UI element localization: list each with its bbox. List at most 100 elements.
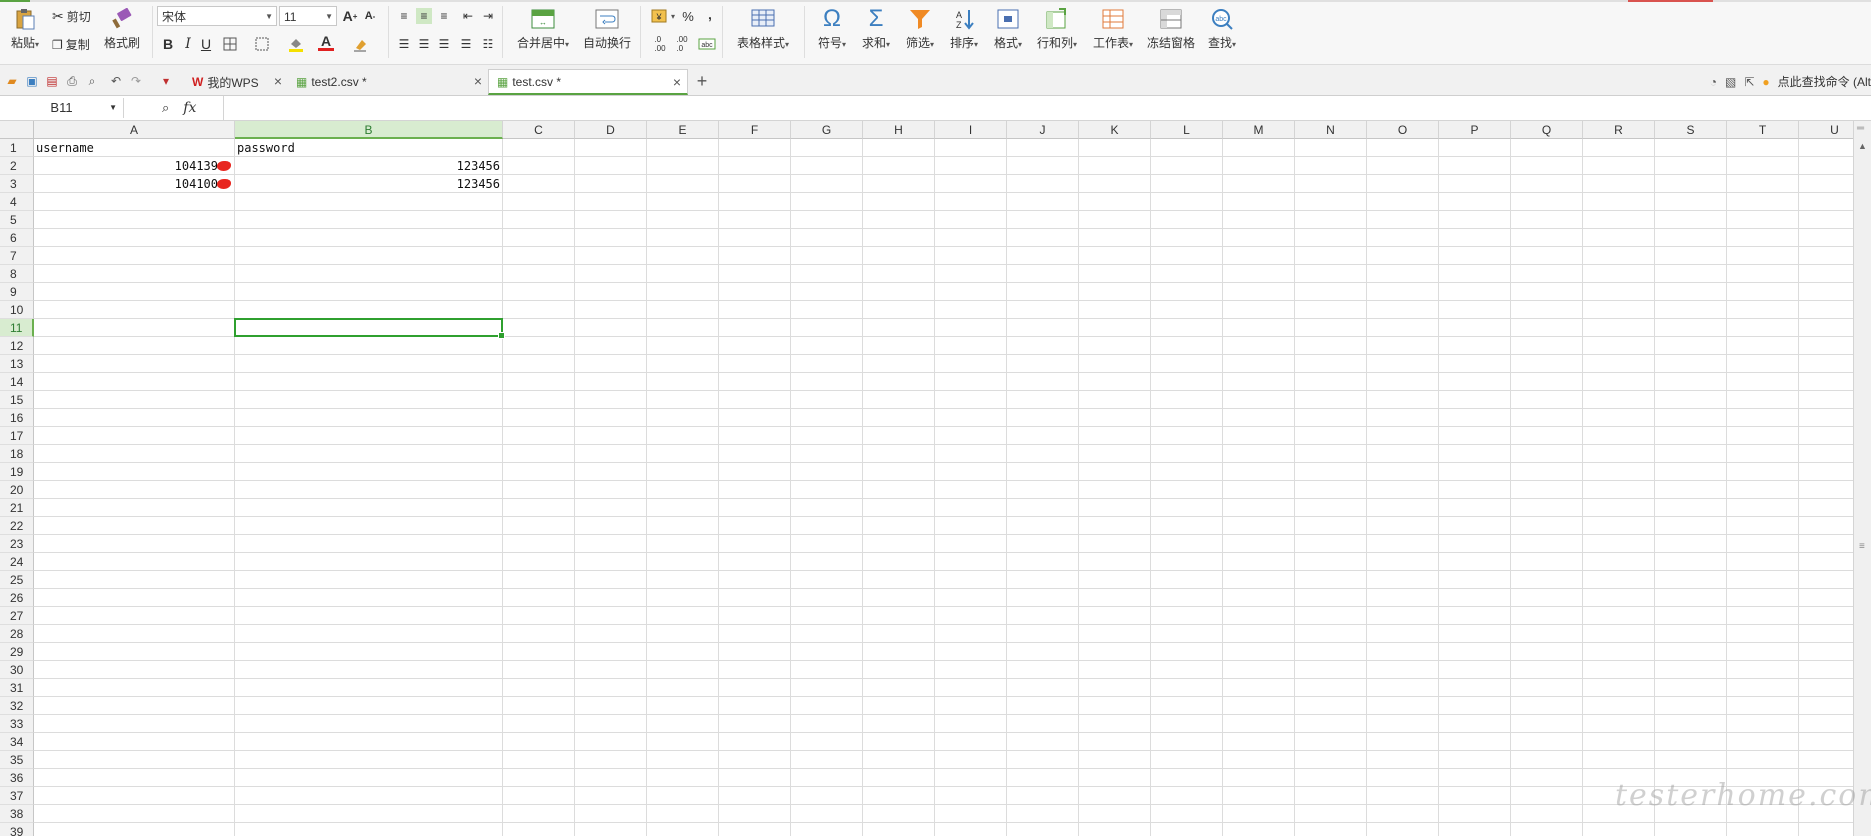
column-header-j[interactable]: J — [1007, 121, 1079, 139]
row-header-20[interactable]: 20 — [0, 481, 34, 499]
row-header-10[interactable]: 10 — [0, 301, 34, 319]
row-header-31[interactable]: 31 — [0, 679, 34, 697]
align-center-icon[interactable]: ☰ — [416, 36, 432, 52]
row-header-16[interactable]: 16 — [0, 409, 34, 427]
merge-borders-icon[interactable] — [254, 36, 270, 52]
tab-my-wps[interactable]: W 我的WPS × — [184, 69, 288, 95]
distribute-icon[interactable]: ☷ — [480, 36, 496, 52]
column-header-b[interactable]: B — [235, 121, 503, 139]
column-header-p[interactable]: P — [1439, 121, 1511, 139]
row-header-33[interactable]: 33 — [0, 715, 34, 733]
align-bottom-icon[interactable]: ≡ — [436, 8, 452, 24]
row-header-15[interactable]: 15 — [0, 391, 34, 409]
row-header-28[interactable]: 28 — [0, 625, 34, 643]
filter-button[interactable]: 筛选▾ — [900, 8, 940, 51]
decrease-indent-icon[interactable]: ⇤ — [460, 8, 476, 24]
row-header-14[interactable]: 14 — [0, 373, 34, 391]
row-header-17[interactable]: 17 — [0, 427, 34, 445]
align-top-icon[interactable]: ≡ — [396, 8, 412, 24]
font-name-select[interactable]: 宋体 ▼ — [157, 6, 277, 26]
doc-icon[interactable]: ▧ — [1725, 75, 1736, 89]
decrease-font-icon[interactable]: A- — [362, 8, 378, 24]
column-header-f[interactable]: F — [719, 121, 791, 139]
share-icon[interactable]: ⇱ — [1744, 75, 1754, 89]
merge-center-button[interactable]: ↔ 合并居中▾ — [512, 8, 574, 51]
row-header-36[interactable]: 36 — [0, 769, 34, 787]
borders-icon[interactable] — [222, 36, 238, 52]
history-icon[interactable]: ◔ — [1710, 75, 1717, 89]
row-header-7[interactable]: 7 — [0, 247, 34, 265]
row-header-18[interactable]: 18 — [0, 445, 34, 463]
worksheet-button[interactable]: 工作表▾ — [1088, 8, 1138, 51]
cell-type-icon[interactable]: abc — [696, 36, 718, 52]
column-header-l[interactable]: L — [1151, 121, 1223, 139]
row-header-23[interactable]: 23 — [0, 535, 34, 553]
print-preview-icon[interactable]: ⌕ — [84, 73, 100, 89]
sort-button[interactable]: AZ 排序▾ — [944, 8, 984, 51]
column-header-t[interactable]: T — [1727, 121, 1799, 139]
cut-button[interactable]: ✂ 剪切 — [52, 8, 91, 25]
row-header-12[interactable]: 12 — [0, 337, 34, 355]
column-header-u[interactable]: U — [1799, 121, 1853, 139]
format-painter-button[interactable]: 格式刷 — [102, 8, 142, 51]
clear-format-icon[interactable] — [352, 36, 368, 52]
column-header-r[interactable]: R — [1583, 121, 1655, 139]
customize-toolbar-icon[interactable]: ▾ — [158, 73, 174, 89]
column-header-c[interactable]: C — [503, 121, 575, 139]
wrap-text-button[interactable]: 自动换行 — [580, 8, 634, 51]
increase-indent-icon[interactable]: ⇥ — [480, 8, 496, 24]
split-handle-icon[interactable]: ═ — [1857, 123, 1864, 134]
active-cell-selection[interactable] — [234, 318, 505, 339]
column-header-d[interactable]: D — [575, 121, 647, 139]
column-header-h[interactable]: H — [863, 121, 935, 139]
underline-icon[interactable]: U — [198, 36, 214, 52]
row-header-22[interactable]: 22 — [0, 517, 34, 535]
row-header-5[interactable]: 5 — [0, 211, 34, 229]
fill-handle[interactable] — [498, 332, 505, 339]
column-header-q[interactable]: Q — [1511, 121, 1583, 139]
save-icon[interactable]: ▣ — [24, 73, 40, 89]
row-header-21[interactable]: 21 — [0, 499, 34, 517]
symbol-button[interactable]: Ω 符号▾ — [812, 7, 852, 51]
row-header-27[interactable]: 27 — [0, 607, 34, 625]
column-header-o[interactable]: O — [1367, 121, 1439, 139]
row-header-38[interactable]: 38 — [0, 805, 34, 823]
format-button[interactable]: 格式▾ — [988, 8, 1028, 51]
freeze-panes-button[interactable]: 冻结窗格 — [1144, 8, 1198, 51]
command-search[interactable]: 点此查找命令 (Alt — [1778, 73, 1871, 90]
font-color-icon[interactable]: A — [318, 33, 334, 51]
formula-input[interactable] — [226, 98, 1826, 118]
column-header-n[interactable]: N — [1295, 121, 1367, 139]
row-header-32[interactable]: 32 — [0, 697, 34, 715]
row-header-13[interactable]: 13 — [0, 355, 34, 373]
justify-icon[interactable]: ☰ — [458, 36, 474, 52]
redo-icon[interactable]: ↷ — [128, 73, 144, 89]
tab-test-csv[interactable]: ▦ test.csv * × — [488, 69, 688, 95]
close-icon[interactable]: × — [274, 73, 282, 89]
column-header-s[interactable]: S — [1655, 121, 1727, 139]
paste-button[interactable]: 粘贴▾ — [8, 8, 42, 51]
fx-button[interactable]: fx — [183, 100, 196, 116]
tab-test2-csv[interactable]: ▦ test2.csv * × — [288, 69, 488, 95]
number-format-icon[interactable]: ¥ ▾ — [650, 8, 676, 24]
row-header-34[interactable]: 34 — [0, 733, 34, 751]
row-header-1[interactable]: 1 — [0, 139, 34, 157]
find-button[interactable]: abc 查找▾ — [1202, 8, 1242, 51]
select-all-corner[interactable] — [0, 121, 34, 139]
align-left-icon[interactable]: ☰ — [396, 36, 412, 52]
bold-icon[interactable]: B — [160, 36, 176, 52]
row-header-3[interactable]: 3 — [0, 175, 34, 193]
undo-icon[interactable]: ↶ — [108, 73, 124, 89]
cell-b2[interactable]: 123456 — [235, 157, 503, 175]
row-header-39[interactable]: 39 — [0, 823, 34, 836]
column-header-g[interactable]: G — [791, 121, 863, 139]
thousands-icon[interactable]: ‚ — [702, 6, 718, 22]
scroll-thumb-grip[interactable]: ≡ — [1859, 541, 1865, 552]
row-header-19[interactable]: 19 — [0, 463, 34, 481]
sum-button[interactable]: Σ 求和▾ — [856, 7, 896, 51]
row-header-26[interactable]: 26 — [0, 589, 34, 607]
row-header-4[interactable]: 4 — [0, 193, 34, 211]
fill-color-icon[interactable] — [288, 36, 304, 52]
column-header-a[interactable]: A — [34, 121, 235, 139]
rows-cols-button[interactable]: 行和列▾ — [1032, 8, 1082, 51]
